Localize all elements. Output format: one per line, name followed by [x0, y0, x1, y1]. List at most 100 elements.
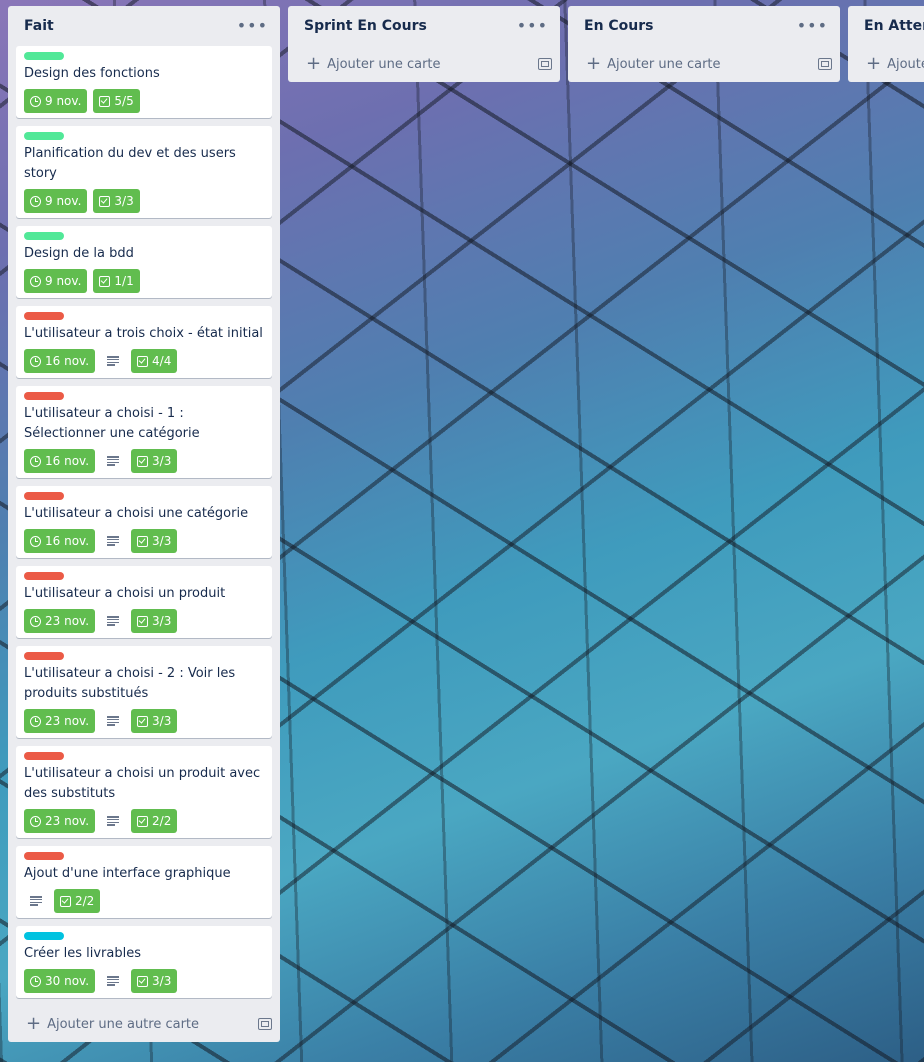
add-card-button[interactable]: + Ajouter une carte: [288, 46, 560, 82]
card-template-icon[interactable]: [258, 1018, 272, 1030]
list-menu-icon[interactable]: •••: [233, 17, 272, 35]
card-label[interactable]: [24, 392, 64, 400]
list-title[interactable]: Fait: [24, 18, 54, 34]
due-date-badge[interactable]: 16 nov.: [24, 349, 96, 373]
checklist-badge: 3/3: [131, 709, 178, 733]
plus-icon: +: [866, 53, 882, 74]
list-menu-icon[interactable]: •••: [513, 17, 552, 35]
list-en-attente: En Attente + Ajouter une carte: [848, 6, 924, 82]
card-badges: 30 nov. 3/3: [24, 968, 264, 994]
clock-icon: [30, 615, 41, 627]
list-menu-icon[interactable]: •••: [793, 17, 832, 35]
due-date-badge[interactable]: 9 nov.: [24, 189, 88, 213]
description-icon: [107, 616, 120, 626]
card-template-icon[interactable]: [818, 58, 832, 70]
card-label[interactable]: [24, 572, 64, 580]
clock-icon: [30, 195, 41, 207]
description-icon: [107, 816, 120, 826]
plus-icon: +: [586, 53, 602, 74]
add-card-button[interactable]: + Ajouter une carte: [568, 46, 840, 82]
card-title: L'utilisateur a trois choix - état initi…: [24, 326, 263, 341]
checklist-badge: 2/2: [131, 809, 178, 833]
card-label[interactable]: [24, 932, 64, 940]
add-card-label: Ajouter une carte: [327, 56, 441, 72]
description-icon: [107, 976, 120, 986]
due-date-text: 16 nov.: [45, 354, 90, 368]
add-card-button[interactable]: + Ajouter une autre carte: [8, 1006, 280, 1042]
plus-icon: +: [306, 53, 322, 74]
checklist-badge: 2/2: [54, 889, 101, 913]
due-date-badge[interactable]: 23 nov.: [24, 809, 96, 833]
list-fait: Fait ••• Design des fonctions 9 nov. 5/5 Pl…: [8, 6, 280, 1042]
card[interactable]: Design de la bdd 9 nov. 1/1: [16, 226, 272, 298]
card[interactable]: L'utilisateur a choisi - 2 : Voir les pr…: [16, 646, 272, 738]
due-date-badge[interactable]: 9 nov.: [24, 89, 88, 113]
add-card-label: Ajouter une autre carte: [47, 1016, 200, 1032]
list-title[interactable]: En Attente: [864, 18, 924, 34]
checklist-count: 3/3: [152, 534, 172, 548]
checklist-badge: 4/4: [131, 349, 178, 373]
card-badges: 2/2: [24, 888, 264, 914]
due-date-badge[interactable]: 23 nov.: [24, 709, 96, 733]
card-label[interactable]: [24, 132, 64, 140]
card-label[interactable]: [24, 492, 64, 500]
card-label[interactable]: [24, 752, 64, 760]
card-badges: 16 nov. 3/3: [24, 528, 264, 554]
card-title: Créer les livrables: [24, 946, 141, 961]
card-label[interactable]: [24, 52, 64, 60]
clock-icon: [30, 815, 41, 827]
card[interactable]: Design des fonctions 9 nov. 5/5: [16, 46, 272, 118]
checklist-icon: [60, 895, 71, 907]
checklist-count: 1/1: [114, 274, 134, 288]
list-title[interactable]: Sprint En Cours: [304, 18, 427, 34]
list-en-cours: En Cours ••• + Ajouter une carte: [568, 6, 840, 82]
checklist-badge: 3/3: [131, 609, 178, 633]
card[interactable]: L'utilisateur a choisi une catégorie 16 n…: [16, 486, 272, 558]
card[interactable]: Ajout d'une interface graphique 2/2: [16, 846, 272, 918]
card-title: L'utilisateur a choisi une catégorie: [24, 506, 249, 521]
card-badges: 23 nov. 2/2: [24, 808, 264, 834]
checklist-count: 3/3: [152, 974, 172, 988]
card[interactable]: Créer les livrables 30 nov. 3/3: [16, 926, 272, 998]
due-date-text: 16 nov.: [45, 454, 90, 468]
due-date-badge[interactable]: 9 nov.: [24, 269, 88, 293]
list-sprint-en-cours: Sprint En Cours ••• + Ajouter une carte: [288, 6, 560, 82]
checklist-count: 5/5: [114, 94, 134, 108]
checklist-icon: [99, 275, 111, 287]
checklist-badge: 1/1: [93, 269, 140, 293]
board: Fait ••• Design des fonctions 9 nov. 5/5 Pl…: [0, 0, 924, 1062]
add-card-label: Ajouter une carte: [607, 56, 721, 72]
card[interactable]: L'utilisateur a choisi - 1 : Sélectionne…: [16, 386, 272, 478]
due-date-text: 23 nov.: [45, 714, 90, 728]
list-header: En Attente: [848, 6, 924, 46]
due-date-badge[interactable]: 23 nov.: [24, 609, 96, 633]
add-card-label: Ajouter une carte: [887, 56, 924, 72]
due-date-badge[interactable]: 16 nov.: [24, 529, 96, 553]
card[interactable]: L'utilisateur a trois choix - état initi…: [16, 306, 272, 378]
card[interactable]: Planification du dev et des users story 9…: [16, 126, 272, 218]
checklist-icon: [137, 715, 149, 727]
card-badges: 9 nov. 5/5: [24, 88, 264, 114]
list-title[interactable]: En Cours: [584, 18, 654, 34]
card-label[interactable]: [24, 232, 64, 240]
card[interactable]: L'utilisateur a choisi un produit avec d…: [16, 746, 272, 838]
card-label[interactable]: [24, 312, 64, 320]
due-date-badge[interactable]: 16 nov.: [24, 449, 96, 473]
checklist-count: 2/2: [152, 814, 172, 828]
clock-icon: [30, 95, 41, 107]
card-title: Design de la bdd: [24, 246, 134, 261]
card[interactable]: L'utilisateur a choisi un produit 23 nov.…: [16, 566, 272, 638]
add-card-button[interactable]: + Ajouter une carte: [848, 46, 924, 82]
due-date-text: 30 nov.: [45, 974, 90, 988]
card-badges: 16 nov. 3/3: [24, 448, 264, 474]
card-template-icon[interactable]: [538, 58, 552, 70]
card-label[interactable]: [24, 852, 64, 860]
checklist-count: 4/4: [152, 354, 172, 368]
due-date-text: 23 nov.: [45, 814, 90, 828]
due-date-badge[interactable]: 30 nov.: [24, 969, 96, 993]
card-title: L'utilisateur a choisi - 1 : Sélectionne…: [24, 406, 200, 441]
checklist-badge: 3/3: [93, 189, 140, 213]
card-label[interactable]: [24, 652, 64, 660]
card-badges: 16 nov. 4/4: [24, 348, 264, 374]
card-badges: 9 nov. 1/1: [24, 268, 264, 294]
